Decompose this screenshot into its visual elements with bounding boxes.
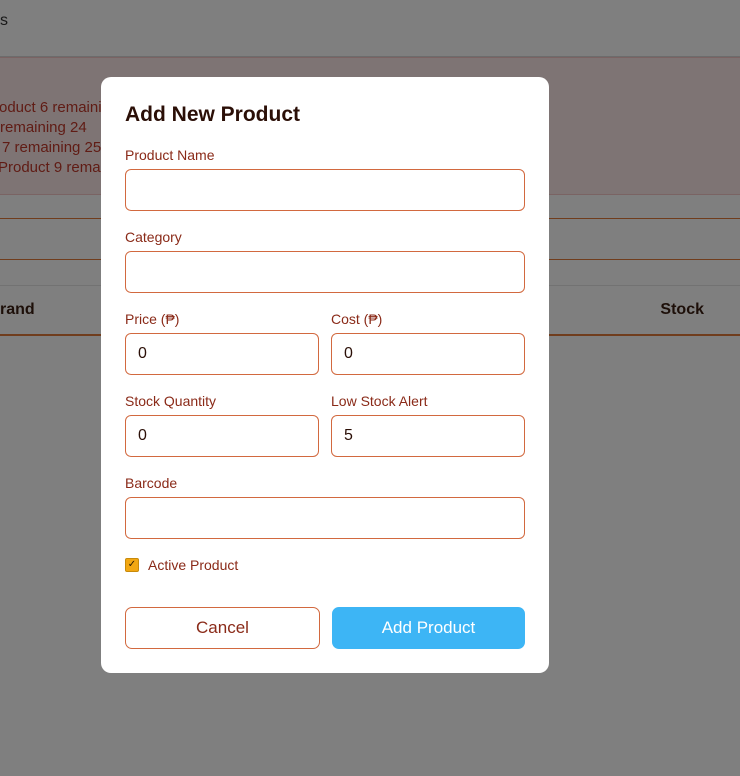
stock-quantity-label: Stock Quantity — [125, 393, 217, 409]
category-label: Category — [125, 229, 182, 245]
low-stock-alert-input[interactable] — [331, 415, 525, 457]
price-input[interactable] — [125, 333, 319, 375]
cost-input[interactable] — [331, 333, 525, 375]
product-name-label: Product Name — [125, 147, 215, 163]
stock-quantity-input[interactable] — [125, 415, 319, 457]
active-product-checkbox[interactable]: ✓ — [125, 558, 139, 572]
barcode-input[interactable] — [125, 497, 525, 539]
barcode-field: Barcode — [125, 475, 525, 539]
price-field: Price (₱) — [125, 311, 319, 375]
cost-field: Cost (₱) — [331, 311, 525, 375]
add-product-dialog: Add New Product Product Name Category Pr… — [101, 77, 549, 673]
stock-quantity-field: Stock Quantity — [125, 393, 319, 457]
active-product-row[interactable]: ✓ Active Product — [125, 557, 238, 573]
cost-label: Cost (₱) — [331, 311, 383, 327]
low-stock-alert-label: Low Stock Alert — [331, 393, 428, 409]
barcode-label: Barcode — [125, 475, 178, 491]
product-name-input[interactable] — [125, 169, 525, 211]
low-stock-alert-field: Low Stock Alert — [331, 393, 525, 457]
active-product-label[interactable]: Active Product — [148, 557, 238, 573]
category-input[interactable] — [125, 251, 525, 293]
dialog-title: Add New Product — [125, 103, 301, 126]
category-field: Category — [125, 229, 525, 293]
price-label: Price (₱) — [125, 311, 180, 327]
cancel-button[interactable]: Cancel — [125, 607, 320, 649]
product-name-field: Product Name — [125, 147, 525, 211]
add-product-button[interactable]: Add Product — [332, 607, 525, 649]
